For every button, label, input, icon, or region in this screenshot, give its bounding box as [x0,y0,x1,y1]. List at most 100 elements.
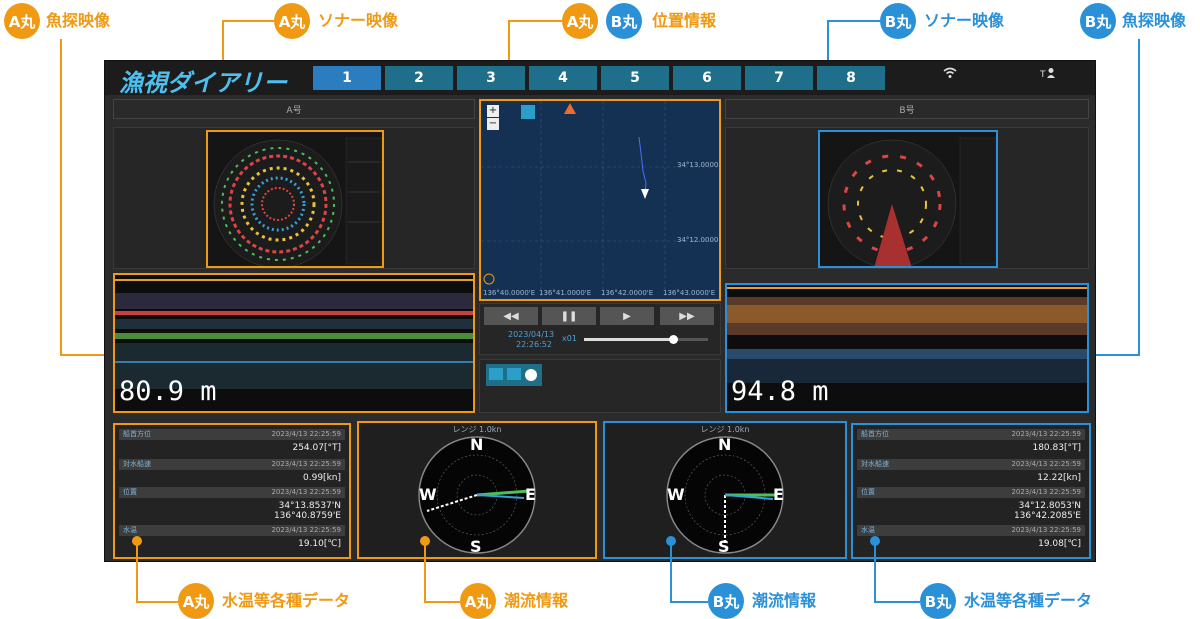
a-heading-value: 254.07[°T] [292,443,341,453]
badge-b-sonar: B丸 [880,3,916,39]
position-map[interactable]: 34°13.0000'N 34°12.0000'N 136°40.0000'E … [479,99,721,301]
callout-a-current-label: 潮流情報 [504,591,569,610]
callout-a-fish-label: 魚探映像 [46,11,111,30]
layer-toggle-group[interactable] [486,364,542,386]
b-position-lon: 136°42.2085'E [1013,511,1081,521]
playback-slider-knob[interactable] [669,335,679,344]
wifi-icon[interactable] [943,67,957,83]
layer-panel [479,359,721,413]
a-compass-e: E [525,485,536,504]
map-zoom-in-button[interactable]: + [487,105,499,117]
badge-b-data: B丸 [920,583,956,619]
b-position-label: 位置 2023/4/13 22:25:59 [857,487,1085,498]
callout-position-label: 位置情報 [652,11,717,30]
map-lat-2: 34°12.0000'N [677,236,721,244]
pause-button[interactable]: ❚❚ [542,307,596,325]
dot-b-data [870,536,880,546]
map-lon-2: 136°41.0000'E [539,289,592,297]
tab-7[interactable]: 7 [745,66,813,90]
map-zoom-out-button[interactable]: − [487,118,499,130]
leader-pos-h [508,20,562,22]
vessel-a-sonar-view[interactable] [206,130,384,268]
vessel-a-current-panel[interactable]: レンジ 1.0kn N S E W [357,421,597,559]
a-compass-n: N [470,435,484,454]
tab-2[interactable]: 2 [385,66,453,90]
playback-time: 22:26:52 [516,340,552,349]
rewind-button[interactable]: ◀◀ [484,307,538,325]
vessel-a-data-panel: 船首方位 2023/4/13 22:25:59 254.07[°T] 対水船速 20… [113,423,351,559]
callout-a-data-label: 水温等各種データ [222,591,351,610]
badge-a-fish: A丸 [4,3,40,39]
app-window: 漁視ダイアリー 1 2 3 4 5 6 7 8 T A号 80.9 m 34°1… [104,60,1096,562]
playback-speed[interactable]: x01 [562,334,577,343]
vessel-a-echo-view[interactable]: HF 80.9 m [113,273,475,413]
vessel-b-data-panel: 船首方位 2023/4/13 22:25:59 180.83[°T] 対水船速 20… [851,423,1091,559]
map-lon-3: 136°42.0000'E [601,289,654,297]
b-compass-w: W [667,485,685,504]
tab-8[interactable]: 8 [817,66,885,90]
badge-b-current: B丸 [708,583,744,619]
badge-a-position: A丸 [562,3,598,39]
dot-a-current [420,536,430,546]
vessel-a-header: A号 [113,99,475,119]
a-position-lon: 136°40.8759'E [273,511,341,521]
leader-a-data-h [136,601,178,603]
vessel-b-sonar-panel [725,127,1089,269]
b-compass-s: S [718,537,730,556]
leader-a-fish [60,39,62,355]
vessel-b-current-panel[interactable]: レンジ 1.0kn N S E W [603,421,847,559]
vessel-b-header: B号 [725,99,1089,119]
badge-b-position: B丸 [606,3,642,39]
tab-6[interactable]: 6 [673,66,741,90]
badge-a-data: A丸 [178,583,214,619]
vessel-a-depth: 80.9 m [119,376,217,407]
fast-forward-button[interactable]: ▶▶ [660,307,714,325]
b-speed-value: 12.22[kn] [1037,473,1081,483]
vessel-b-echo-view[interactable]: HF 94.8 m [725,283,1089,413]
a-speed-value: 0.99[kn] [303,473,341,483]
b-temp-label: 水温 2023/4/13 22:25:59 [857,525,1085,536]
leader-b-data-h [874,601,920,603]
map-lat-1: 34°13.0000'N [677,161,721,169]
leader-b-data [874,540,876,602]
a-speed-label: 対水船速 2023/4/13 22:25:59 [119,459,345,470]
vessel-b-depth: 94.8 m [731,376,829,407]
callout-b-data-label: 水温等各種データ [964,591,1093,610]
map-lon-1: 136°40.0000'E [483,289,536,297]
vessel-b-sonar-view[interactable] [818,130,998,268]
a-temp-label: 水温 2023/4/13 22:25:59 [119,525,345,536]
annotated-screenshot: A丸 魚探映像 A丸 ソナー映像 A丸 B丸 位置情報 B丸 ソナー映像 B丸 … [0,0,1200,619]
map-pin-icon[interactable] [521,105,535,119]
tab-1[interactable]: 1 [313,66,381,90]
tab-5[interactable]: 5 [601,66,669,90]
playback-date: 2023/04/13 [508,330,555,339]
leader-a-current-h [424,601,460,603]
vessel-alert-icon [563,101,577,115]
app-logo: 漁視ダイアリー [119,69,287,97]
playback-panel: ◀◀ ❚❚ ▶ ▶▶ 2023/04/13 22:26:52 x01 [479,303,721,355]
svg-text:T: T [1040,70,1046,79]
tab-3[interactable]: 3 [457,66,525,90]
badge-b-fish: B丸 [1080,3,1116,39]
map-lon-4: 136°43.0000'E [663,289,716,297]
vessel-a-sonar-panel [113,127,475,269]
callout-a-sonar-label: ソナー映像 [318,11,399,30]
a-position-label: 位置 2023/4/13 22:25:59 [119,487,345,498]
badge-a-sonar: A丸 [274,3,310,39]
a-heading-label: 船首方位 2023/4/13 22:25:59 [119,429,345,440]
tab-4[interactable]: 4 [529,66,597,90]
callout-b-current-label: 潮流情報 [752,591,817,610]
a-compass-w: W [419,485,437,504]
leader-b-sonar-h [827,20,880,22]
play-button[interactable]: ▶ [600,307,654,325]
leader-a-data [136,540,138,602]
user-icon[interactable]: T [1039,67,1056,83]
b-heading-label: 船首方位 2023/4/13 22:25:59 [857,429,1085,440]
playback-slider[interactable] [584,335,708,344]
callout-b-fish-label: 魚探映像 [1122,11,1187,30]
b-compass-n: N [718,435,732,454]
top-bar: 漁視ダイアリー 1 2 3 4 5 6 7 8 T [105,61,1095,97]
callout-b-sonar-label: ソナー映像 [924,11,1005,30]
badge-a-current: A丸 [460,583,496,619]
playback-slider-fill [584,338,674,341]
